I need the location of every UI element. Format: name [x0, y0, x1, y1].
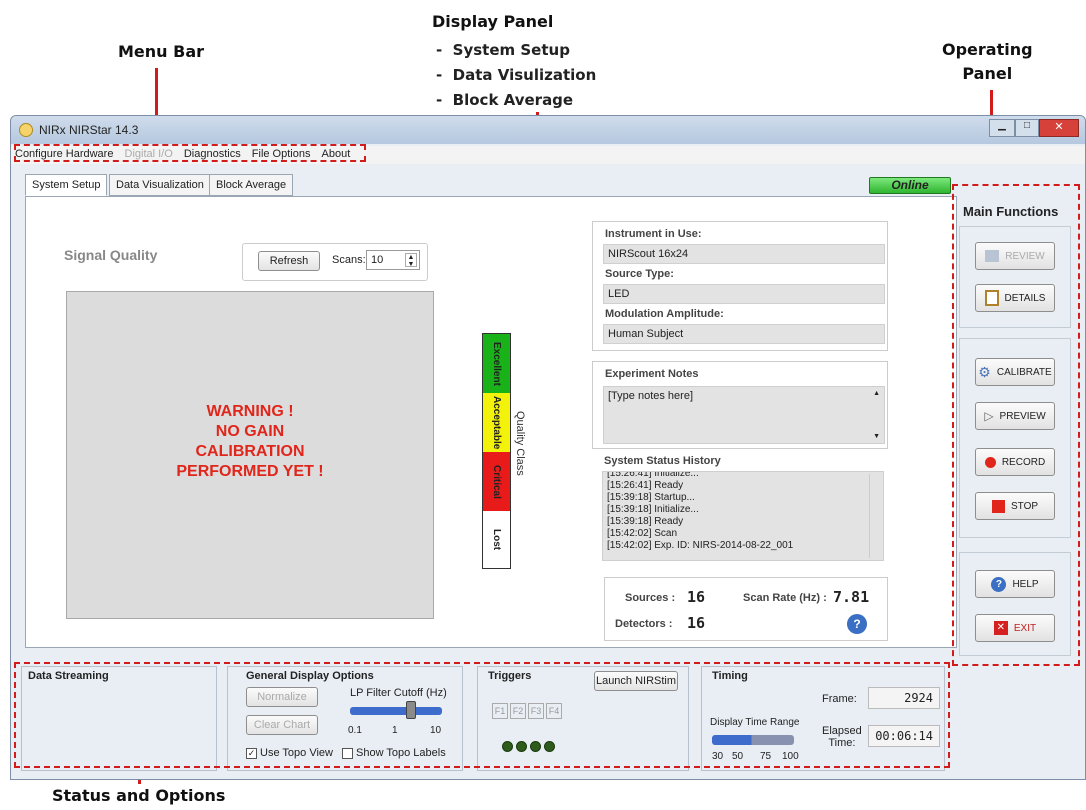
status-history-box: System Status History [15:26:41] Initial…	[592, 451, 888, 565]
display-panel-items: - System Setup - Data Visulization - Blo…	[436, 38, 596, 113]
instrument-value: NIRScout 16x24	[603, 244, 885, 264]
status-line: [15:26:41] Initialize...	[607, 471, 699, 479]
status-line: [15:39:18] Ready	[607, 516, 684, 527]
status-scrollbar[interactable]	[869, 474, 881, 558]
quality-class-legend: Excellent Acceptable Critical Lost	[482, 333, 511, 569]
warning-line: PERFORMED YET !	[176, 463, 324, 480]
sources-value: 16	[687, 588, 706, 606]
status-history-list[interactable]: [15:26:41] Initialize... [15:26:41] Read…	[602, 471, 884, 561]
close-icon[interactable]: ✕	[1039, 119, 1079, 137]
quality-class-axis-label: Quality Class	[514, 411, 526, 476]
source-type-value: LED	[603, 284, 885, 304]
status-line: [15:26:41] Ready	[607, 480, 684, 491]
detectors-label: Detectors :	[615, 618, 673, 630]
scan-rate-label: Scan Rate (Hz) :	[743, 592, 827, 604]
source-type-label: Source Type:	[605, 268, 674, 280]
calibration-warning: WARNING ! NO GAIN CALIBRATION PERFORMED …	[67, 402, 433, 482]
menu-bar-highlight	[14, 144, 366, 162]
status-line: [15:42:02] Exp. ID: NIRS-2014-08-22_001	[607, 540, 794, 551]
status-line: [15:39:18] Initialize...	[607, 504, 699, 515]
tab-block-average[interactable]: Block Average	[209, 174, 294, 196]
instrument-box: Instrument in Use: NIRScout 16x24 Source…	[592, 221, 888, 351]
signal-quality-map: WARNING ! NO GAIN CALIBRATION PERFORMED …	[66, 291, 434, 619]
refresh-button[interactable]: Refresh	[258, 251, 320, 271]
tab-system-setup[interactable]: System Setup	[25, 174, 108, 196]
scan-rate-value: 7.81	[833, 588, 870, 606]
minimize-icon[interactable]: ▁	[989, 119, 1015, 137]
display-panel-callout: Display Panel	[432, 12, 554, 31]
stats-box: Sources : 16 Scan Rate (Hz) : 7.81 Detec…	[604, 577, 888, 641]
status-history-label: System Status History	[604, 455, 721, 467]
detectors-value: 16	[687, 614, 706, 632]
maximize-icon[interactable]: □	[1015, 119, 1039, 137]
scans-stepper[interactable]: 10 ▲ ▼	[366, 250, 420, 270]
status-options-highlight	[14, 662, 950, 768]
operating-panel-callout: Operating Panel	[942, 40, 1033, 83]
modulation-label: Modulation Amplitude:	[605, 308, 724, 320]
tab-data-visualization[interactable]: Data Visualization	[109, 174, 211, 196]
app-icon	[19, 123, 33, 137]
display-panel-item: - Block Average	[436, 91, 574, 109]
status-line: [15:39:18] Startup...	[607, 492, 695, 503]
warning-line: CALIBRATION	[195, 443, 305, 460]
online-indicator: Online	[869, 177, 951, 194]
notes-text: [Type notes here]	[608, 390, 693, 402]
system-setup-panel: Signal Quality Refresh Scans: 10 ▲ ▼ WARN…	[25, 196, 957, 648]
warning-line: WARNING !	[206, 403, 294, 420]
scroll-up-icon[interactable]: ▲	[873, 390, 880, 397]
quality-lost: Lost	[483, 511, 510, 568]
menu-bar-arrow	[149, 68, 163, 128]
status-options-callout: Status and Options	[52, 786, 226, 805]
notes-box: Experiment Notes [Type notes here] ▲ ▼	[592, 361, 888, 449]
quality-excellent: Excellent	[483, 334, 510, 393]
experiment-notes-field[interactable]: [Type notes here] ▲ ▼	[603, 386, 885, 444]
experiment-notes-label: Experiment Notes	[605, 368, 699, 380]
scroll-down-icon[interactable]: ▼	[873, 433, 880, 440]
title-bar: NIRx NIRStar 14.3 ▁ □ ✕	[11, 116, 1085, 144]
quality-acceptable: Acceptable	[483, 393, 510, 452]
window-title: NIRx NIRStar 14.3	[39, 123, 139, 137]
display-panel-item: - System Setup	[436, 41, 570, 59]
scans-label: Scans:	[332, 254, 366, 266]
status-line: [15:42:02] Scan	[607, 528, 678, 539]
warning-line: NO GAIN	[215, 423, 285, 440]
window-controls: ▁ □ ✕	[989, 119, 1079, 137]
display-panel-item: - Data Visulization	[436, 66, 597, 84]
info-help-icon[interactable]: ?	[847, 614, 867, 634]
modulation-value: Human Subject	[603, 324, 885, 344]
menu-bar-callout: Menu Bar	[118, 42, 205, 61]
quality-critical: Critical	[483, 452, 510, 511]
scans-value: 10	[371, 254, 384, 266]
sources-label: Sources :	[625, 592, 676, 604]
instrument-label: Instrument in Use:	[605, 228, 702, 240]
stepper-arrows-icon[interactable]: ▲ ▼	[405, 253, 417, 268]
signal-quality-title: Signal Quality	[64, 247, 158, 263]
operating-panel-highlight	[952, 184, 1080, 666]
